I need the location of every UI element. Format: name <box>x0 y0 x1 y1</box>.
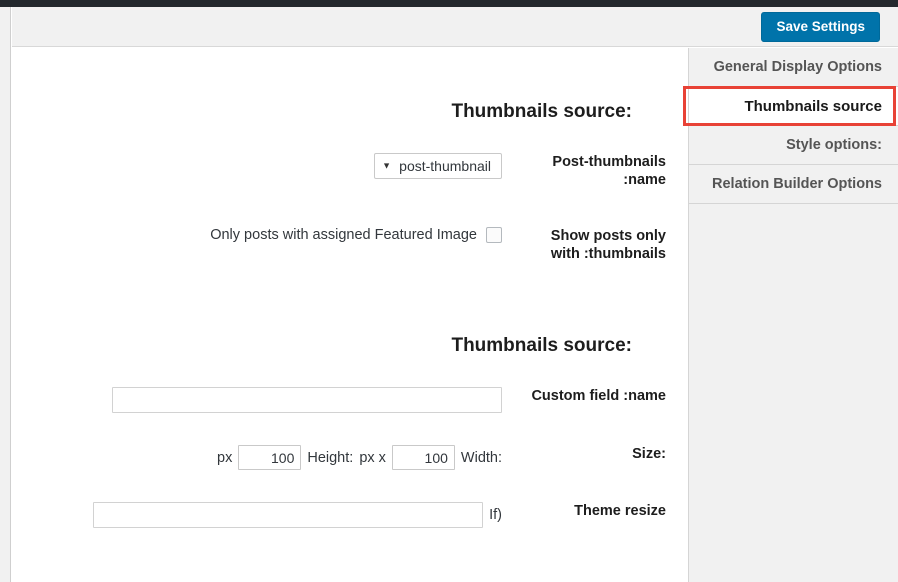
width-unit-label: px x <box>359 449 386 466</box>
featured-image-checkbox-line: Only posts with assigned Featured Image <box>210 227 502 243</box>
label-custom-field-name: Custom field :name <box>531 388 666 404</box>
size-inputs: Width: px x Height: px <box>217 445 502 470</box>
field-post-thumbnails-name: ▼ post-thumbnail <box>12 153 518 179</box>
section-heading-thumbnails-source-2: :Thumbnails source <box>451 335 632 356</box>
width-input[interactable] <box>391 445 455 470</box>
theme-resize-input[interactable] <box>93 502 484 528</box>
tab-label: Relation Builder Options <box>712 176 882 192</box>
chevron-down-icon: ▼ <box>382 160 392 171</box>
sidebar-item-relation-builder-options[interactable]: Relation Builder Options <box>689 165 898 204</box>
theme-resize-line: If) <box>93 502 502 528</box>
sidebar-item-style-options[interactable]: :Style options <box>689 126 898 165</box>
label-post-thumbnails-name: Post-thumbnails :name <box>552 154 666 188</box>
tab-label: Thumbnails source <box>744 98 882 115</box>
custom-field-name-input[interactable] <box>112 387 502 413</box>
settings-tabs-sidebar: General Display Options Thumbnails sourc… <box>683 48 898 582</box>
select-value: post-thumbnail <box>399 158 491 174</box>
label-show-posts-only-with-thumbnails: Show posts only with :thumbnails <box>550 228 666 262</box>
height-unit-label: px <box>217 449 233 466</box>
row-custom-field-name: Custom field :name <box>12 387 678 413</box>
row-show-posts-only-with-thumbnails: Show posts only with :thumbnails Only po… <box>12 227 678 263</box>
width-prefix-label: Width: <box>460 449 502 466</box>
top-toolbar: Save Settings <box>12 7 898 47</box>
sidebar-item-general-display-options[interactable]: General Display Options <box>689 48 898 87</box>
field-theme-resize: If) <box>12 502 518 528</box>
label-theme-resize: Theme resize <box>574 503 666 519</box>
post-thumbnails-name-select[interactable]: ▼ post-thumbnail <box>374 153 502 179</box>
body-area: General Display Options Thumbnails sourc… <box>12 48 898 582</box>
settings-content: :Thumbnails source Post-thumbnails :name… <box>12 48 678 582</box>
row-size: :Size Width: px x Height: px <box>12 445 678 470</box>
save-settings-button[interactable]: Save Settings <box>761 12 880 42</box>
height-prefix-label: Height: <box>307 449 354 466</box>
row-post-thumbnails-name: Post-thumbnails :name ▼ post-thumbnail <box>12 153 678 189</box>
left-gutter <box>0 7 11 582</box>
field-size: Width: px x Height: px <box>12 445 518 470</box>
settings-page: Save Settings General Display Options Th… <box>0 0 898 582</box>
row-theme-resize: Theme resize If) <box>12 502 678 528</box>
field-custom-field-name <box>12 387 518 413</box>
height-input[interactable] <box>238 445 302 470</box>
sidebar-item-thumbnails-source[interactable]: Thumbnails source <box>683 86 898 126</box>
label-size: :Size <box>632 446 666 462</box>
featured-image-checkbox-label: Only posts with assigned Featured Image <box>210 227 477 243</box>
field-show-posts-only-with-thumbnails: Only posts with assigned Featured Image <box>12 227 518 243</box>
tab-label: General Display Options <box>713 59 882 75</box>
theme-resize-prefix-label: If) <box>489 507 502 523</box>
tab-label: :Style options <box>786 137 882 153</box>
section-heading-thumbnails-source-1: :Thumbnails source <box>451 101 632 122</box>
wp-admin-bar <box>0 0 898 7</box>
featured-image-checkbox[interactable] <box>486 227 502 243</box>
